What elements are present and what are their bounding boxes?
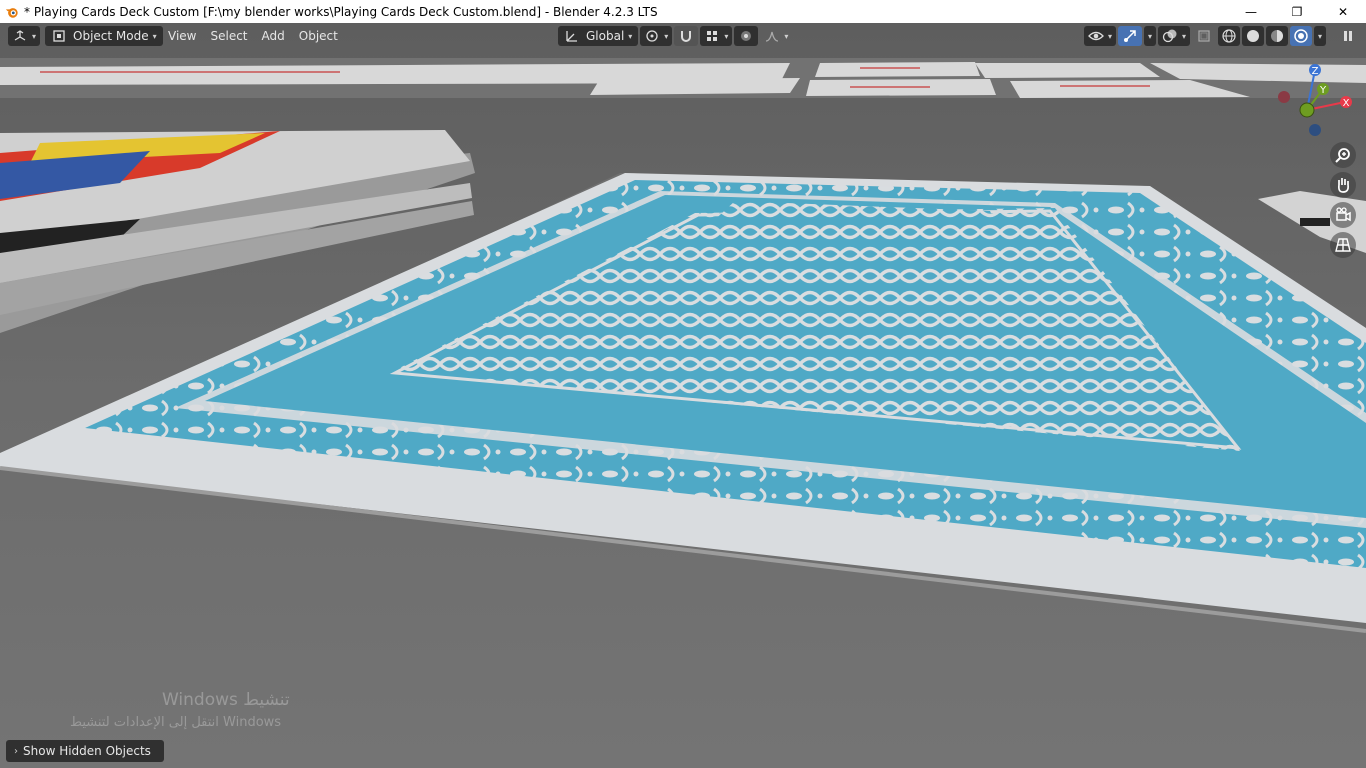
shading-solid-button[interactable] (1242, 26, 1265, 46)
pivot-icon (646, 30, 658, 42)
sidebar-toggle[interactable] (1336, 26, 1360, 46)
xray-icon (1198, 30, 1210, 42)
blender-logo-icon (5, 7, 18, 18)
maximize-button[interactable]: ❐ (1274, 0, 1320, 23)
transform-orientation-label: Global (586, 29, 625, 43)
eye-icon (1088, 31, 1104, 41)
activation-watermark-subtitle: انتقل إلى الإعدادات لتنشيط Windows (70, 715, 282, 730)
snap-grid-icon (707, 31, 718, 41)
x-axis-label: X (1343, 98, 1350, 109)
chevron-down-icon: ▾ (1318, 31, 1323, 41)
3d-viewport-icon (14, 30, 26, 41)
pan-button[interactable] (1330, 172, 1356, 198)
shading-wireframe-button[interactable] (1218, 26, 1241, 46)
mode-label: Object Mode (73, 29, 149, 43)
menu-view[interactable]: View (162, 26, 202, 46)
shading-rendered-button[interactable] (1290, 26, 1313, 46)
object-mode-icon (53, 30, 65, 42)
overlay-icon (1162, 29, 1177, 43)
zoom-button[interactable] (1330, 142, 1356, 168)
chevron-down-icon: ▾ (724, 31, 729, 41)
axis-gizmo[interactable]: Z Y X (1270, 60, 1360, 140)
window-controls: — ❐ ✕ (1228, 0, 1366, 23)
chevron-down-icon: ▾ (1182, 31, 1187, 41)
y-axis-label: Y (1319, 85, 1327, 96)
rendered-scene (0, 23, 1366, 768)
chevron-down-icon: ▾ (664, 31, 669, 41)
chevron-down-icon: ▾ (1148, 31, 1153, 41)
window-title: * Playing Cards Deck Custom [F:\my blend… (24, 4, 658, 19)
neg-z-axis-handle[interactable] (1309, 124, 1321, 136)
snap-magnet-icon (681, 31, 692, 42)
zoom-icon (1335, 148, 1350, 163)
neg-x-axis-handle[interactable] (1278, 91, 1290, 103)
chevron-down-icon: ▾ (1108, 31, 1113, 41)
viewport-header: ▾ Object Mode ▾ View Select Add Object G… (0, 23, 1366, 49)
shading-options-dropdown[interactable]: ▾ (1314, 26, 1327, 46)
menu-object[interactable]: Object (293, 26, 344, 46)
chevron-down-icon: ▾ (784, 31, 789, 41)
pause-icon (1344, 31, 1352, 41)
neg-y-axis-handle[interactable] (1299, 102, 1315, 118)
chevron-down-icon: ▾ (152, 31, 157, 41)
proportional-edit-toggle[interactable] (734, 26, 759, 46)
pivot-point-button[interactable]: ▾ (640, 26, 673, 46)
mode-selector[interactable]: Object Mode ▾ (45, 26, 163, 46)
minimize-button[interactable]: — (1228, 0, 1274, 23)
falloff-curve-icon (766, 31, 779, 42)
show-hidden-label: Show Hidden Objects (23, 744, 151, 758)
shading-material-button[interactable] (1266, 26, 1289, 46)
material-shading-icon (1271, 30, 1284, 42)
close-button[interactable]: ✕ (1320, 0, 1366, 23)
chevron-down-icon: ▾ (32, 31, 37, 41)
overlay-toggle[interactable]: ▾ (1158, 26, 1191, 46)
navigation-gizmo[interactable]: Z Y X (1270, 60, 1360, 140)
rendered-shading-icon (1294, 29, 1308, 43)
orientation-icon (566, 31, 577, 42)
gizmo-icon (1124, 30, 1136, 42)
proportional-edit-icon (741, 31, 752, 41)
wireframe-shading-icon (1222, 29, 1236, 43)
visibility-button[interactable]: ▾ (1084, 26, 1117, 46)
show-hidden-objects-panel[interactable]: › Show Hidden Objects (6, 740, 164, 762)
camera-view-button[interactable] (1330, 202, 1356, 228)
menu-add[interactable]: Add (256, 26, 291, 46)
gizmo-toggle[interactable] (1118, 26, 1143, 46)
chevron-down-icon: ▾ (628, 31, 633, 41)
falloff-button[interactable]: ▾ (760, 26, 792, 46)
chevron-right-icon: › (14, 745, 18, 757)
3d-viewport[interactable] (0, 23, 1366, 768)
editor-type-button[interactable]: ▾ (8, 26, 41, 46)
camera-icon (1336, 207, 1351, 222)
xray-toggle[interactable] (1192, 26, 1216, 46)
grid-perspective-icon (1335, 238, 1351, 252)
activation-watermark-title: Windows تنشيط (162, 690, 290, 710)
snap-target-button[interactable]: ▾ (700, 26, 733, 46)
solid-shading-icon (1247, 30, 1260, 42)
z-axis-label: Z (1312, 66, 1319, 77)
transform-orientation-selector[interactable]: Global ▾ (558, 26, 639, 46)
title-bar: * Playing Cards Deck Custom [F:\my blend… (0, 0, 1366, 23)
gizmo-dropdown[interactable]: ▾ (1144, 26, 1157, 46)
hand-pan-icon (1337, 178, 1349, 193)
menu-select[interactable]: Select (204, 26, 253, 46)
perspective-toggle-button[interactable] (1330, 232, 1356, 258)
snap-toggle[interactable] (674, 26, 699, 46)
